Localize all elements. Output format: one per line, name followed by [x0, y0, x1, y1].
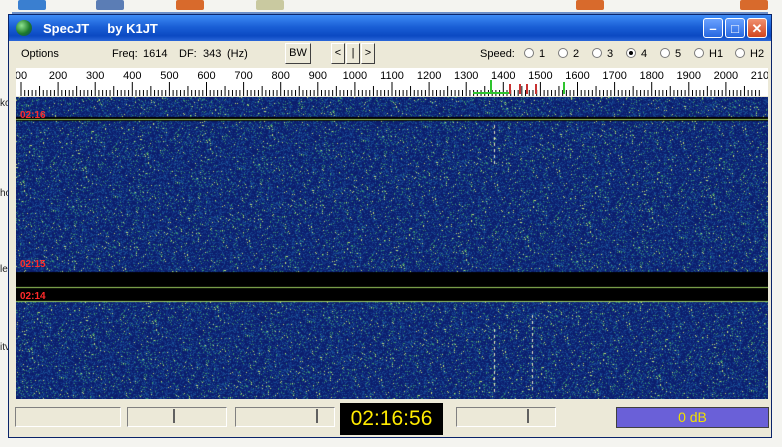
ruler-tick-label: 600	[197, 70, 215, 82]
speed-radio-h2[interactable]	[735, 48, 745, 58]
ruler-tick-label: 800	[272, 70, 290, 82]
bw-button[interactable]: BW	[285, 43, 311, 64]
ruler-tick-label: 2100	[751, 70, 768, 82]
speed-radio-label: 5	[675, 48, 682, 60]
utc-clock: 02:16:56	[340, 403, 443, 435]
speed-radio-2[interactable]	[558, 48, 568, 58]
speed-radio-label: 1	[539, 48, 546, 60]
specjt-window: SpecJT by K1JT – □ ✕ Options Freq: 1614 …	[8, 14, 772, 438]
status-bar: 02:16:56 0 dB	[9, 403, 771, 437]
gain-slider[interactable]	[456, 407, 556, 427]
desktop-icon[interactable]	[256, 0, 284, 10]
df-unit: (Hz)	[227, 48, 248, 60]
db-readout: 0 dB	[616, 407, 769, 428]
slider-thumb[interactable]	[173, 409, 175, 423]
title-bar[interactable]: SpecJT by K1JT – □ ✕	[9, 15, 771, 41]
desktop-icon[interactable]	[576, 0, 604, 10]
speed-radio-h1[interactable]	[694, 48, 704, 58]
speed-radio-5[interactable]	[660, 48, 670, 58]
minimize-button[interactable]: –	[703, 18, 723, 38]
ruler-tick-label: 1800	[639, 70, 663, 82]
window-title: SpecJT by K1JT	[43, 21, 158, 36]
desktop-icon[interactable]	[18, 0, 46, 10]
nav-left-button[interactable]: <	[331, 43, 345, 64]
globe-icon	[16, 20, 32, 36]
df-value: 343	[203, 48, 222, 60]
options-menu[interactable]: Options	[21, 48, 59, 60]
waterfall-time-marker: 02:14	[20, 291, 46, 302]
ruler-tick-label: 900	[309, 70, 327, 82]
ruler-tick-label: 00	[16, 70, 27, 82]
desktop-bottom-strip	[0, 438, 782, 447]
speed-label: Speed:	[480, 48, 515, 60]
ruler-tick-label: 300	[86, 70, 104, 82]
brightness-slider[interactable]	[127, 407, 227, 427]
waterfall-time-marker: 02:16	[20, 110, 46, 121]
waterfall-time-marker: 02:15	[20, 259, 46, 270]
speed-radio-label: H2	[750, 48, 765, 60]
ruler-tick-label: 1600	[565, 70, 589, 82]
status-panel	[15, 407, 121, 427]
speed-radio-label: 2	[573, 48, 580, 60]
ruler-tick-label: 1700	[602, 70, 626, 82]
ruler-tick-label: 200	[49, 70, 67, 82]
freq-value: 1614	[143, 48, 168, 60]
ruler-tick-label: 1400	[491, 70, 515, 82]
df-label: DF:	[179, 48, 197, 60]
ruler-tick-label: 1000	[343, 70, 367, 82]
ruler-tick-label: 1500	[528, 70, 552, 82]
speed-radio-4[interactable]	[626, 48, 636, 58]
slider-thumb[interactable]	[316, 409, 318, 423]
freq-label: Freq:	[112, 48, 138, 60]
speed-radio-label: 3	[607, 48, 614, 60]
desktop-icon[interactable]	[176, 0, 204, 10]
speed-radio-label: 4	[641, 48, 648, 60]
waterfall-display[interactable]: 02:16 02:15 02:14	[16, 97, 768, 399]
ruler-tick-label: 1900	[677, 70, 701, 82]
speed-radio-1[interactable]	[524, 48, 534, 58]
ruler-tick-label: 1300	[454, 70, 478, 82]
slider-thumb[interactable]	[527, 409, 529, 423]
ruler-scale: 00 200 300 400 500 600 700 800 900 1000 1100 1200 13…	[16, 70, 768, 96]
maximize-button[interactable]: □	[725, 18, 745, 38]
nav-mid-button[interactable]: |	[346, 43, 360, 64]
speed-radio-3[interactable]	[592, 48, 602, 58]
nav-right-button[interactable]: >	[361, 43, 375, 64]
waterfall-noise	[16, 97, 768, 399]
ruler-tick-label: 2000	[714, 70, 738, 82]
contrast-slider[interactable]	[235, 407, 335, 427]
speed-radio-label: H1	[709, 48, 724, 60]
close-button[interactable]: ✕	[747, 18, 767, 38]
toolbar: Options Freq: 1614 DF: 343 (Hz) BW < | >…	[9, 41, 771, 66]
desktop-icon[interactable]	[740, 0, 768, 10]
desktop-taskbar-strip	[0, 0, 782, 12]
ruler-tick-label: 400	[123, 70, 141, 82]
ruler-tick-label: 1200	[417, 70, 441, 82]
ruler-tick-label: 500	[160, 70, 178, 82]
frequency-ruler[interactable]: 00 200 300 400 500 600 700 800 900 1000 1100 1200 13…	[16, 68, 768, 96]
desktop-icon[interactable]	[96, 0, 124, 10]
ruler-tick-label: 1100	[380, 70, 404, 82]
ruler-tick-label: 700	[234, 70, 252, 82]
